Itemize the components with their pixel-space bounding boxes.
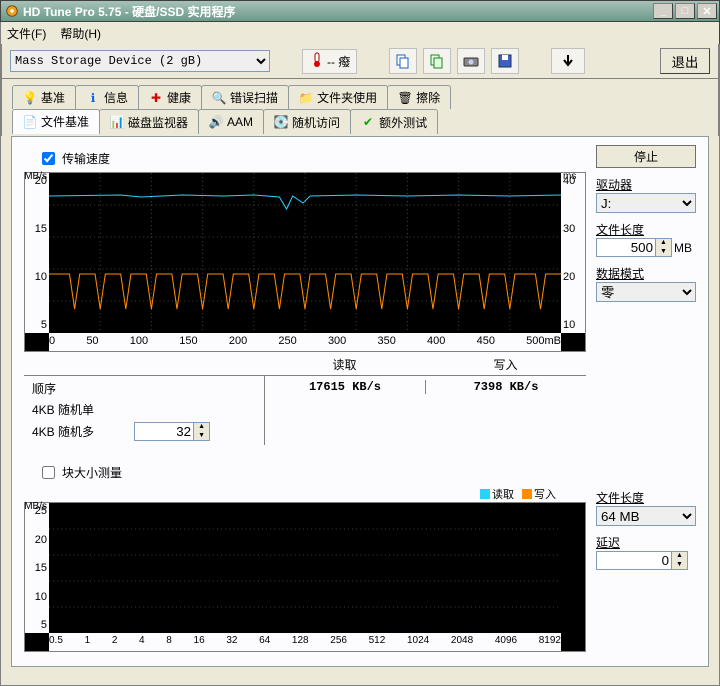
legend-read-swatch (480, 489, 490, 499)
read-header: 读取 (264, 354, 425, 375)
drive-label: 驱动器 (596, 176, 696, 193)
copy-info-button[interactable] (423, 48, 451, 74)
disk-icon: 💽 (274, 115, 288, 129)
row-4k-multi-label: 4KB 随机多 (32, 423, 94, 440)
maximize-button[interactable]: □ (675, 3, 695, 19)
tab-benchmark[interactable]: 💡基准 (12, 85, 76, 109)
info-icon: ℹ (86, 91, 100, 105)
seq-read-value: 17615 KB/s (265, 380, 425, 394)
blocksize-checkbox[interactable]: 块大小测量 (38, 463, 586, 482)
tab-aam[interactable]: 🔊AAM (198, 109, 264, 134)
chart2-legend: 读取 写入 (24, 486, 556, 502)
transfer-rate-chart: MB/s 2015105 ms 40302010 (24, 172, 586, 352)
folder-icon: 📁 (299, 91, 313, 105)
write-header: 写入 (425, 354, 586, 375)
copy-text-button[interactable] (389, 48, 417, 74)
thermometer-icon (309, 52, 325, 71)
y-axis-left: MB/s 2015105 (25, 173, 49, 333)
tab-folder-usage[interactable]: 📁文件夹使用 (288, 85, 388, 109)
page-file-benchmark: 传输速度 MB/s 2015105 ms 40302010 (11, 136, 709, 667)
spin-down-icon[interactable]: ▼ (194, 432, 209, 441)
check-icon: ✔ (361, 115, 375, 129)
y-axis-left-2: MB/s 252015105 (25, 503, 49, 633)
file-length-input[interactable]: ▲▼ (596, 238, 672, 257)
transfer-rate-checkbox[interactable]: 传输速度 (38, 149, 586, 168)
menubar: 文件(F) 帮助(H) (0, 22, 720, 44)
menu-help[interactable]: 帮助(H) (60, 25, 101, 42)
app-icon (5, 4, 19, 18)
legend-write-swatch (522, 489, 532, 499)
save-button[interactable] (491, 48, 519, 74)
tab-random-access[interactable]: 💽随机访问 (263, 109, 351, 134)
trash-icon: 🗑 (398, 91, 412, 105)
exit-button[interactable]: 退出 (660, 48, 710, 74)
row-seq-label: 顺序 (32, 380, 256, 397)
y-axis-right: ms 40302010 (561, 173, 585, 333)
toolbar: Mass Storage Device (2 gB) -- 癈 退出 (1, 44, 719, 79)
drive-select[interactable]: J: (596, 193, 696, 213)
down-arrow-button[interactable] (551, 48, 585, 74)
bulb-icon: 💡 (23, 91, 37, 105)
blocksize-chart: MB/s 252015105 0.51248163264128256512102… (24, 502, 586, 652)
menu-file[interactable]: 文件(F) (7, 25, 46, 42)
tab-erase[interactable]: 🗑擦除 (387, 85, 451, 109)
window-title: HD Tune Pro 5.75 - 硬盘/SSD 实用程序 (23, 3, 653, 20)
minimize-button[interactable]: _ (653, 3, 673, 19)
stop-button[interactable]: 停止 (596, 145, 696, 168)
close-button[interactable]: ✕ (697, 3, 717, 19)
pattern-select[interactable]: 零 (596, 282, 696, 302)
titlebar: HD Tune Pro 5.75 - 硬盘/SSD 实用程序 _ □ ✕ (0, 0, 720, 22)
tab-disk-monitor[interactable]: 📊磁盘监视器 (99, 109, 199, 134)
tab-error-scan[interactable]: 🔍错误扫描 (201, 85, 289, 109)
screenshot-button[interactable] (457, 48, 485, 74)
device-select[interactable]: Mass Storage Device (2 gB) (10, 50, 270, 72)
temperature-display: -- 癈 (302, 49, 357, 74)
plus-icon: ✚ (149, 91, 163, 105)
tab-health[interactable]: ✚健康 (138, 85, 202, 109)
spin-up-icon[interactable]: ▲ (194, 423, 209, 432)
row-4k-single-label: 4KB 随机单 (32, 401, 256, 418)
seq-write-value: 7398 KB/s (425, 380, 586, 394)
tab-info[interactable]: ℹ信息 (75, 85, 139, 109)
pattern-label: 数据模式 (596, 265, 696, 282)
filelen2-label: 文件长度 (596, 489, 696, 506)
queue-depth-input[interactable]: ▲▼ (134, 422, 210, 441)
file-icon: 📄 (23, 115, 37, 129)
file-length-select[interactable]: 64 MB (596, 506, 696, 526)
magnifier-icon: 🔍 (212, 91, 226, 105)
delay-input[interactable]: ▲▼ (596, 551, 696, 570)
x-axis-2: 0.512481632641282565121024204840968192 (49, 633, 561, 651)
bars-icon: 📊 (110, 115, 124, 129)
speaker-icon: 🔊 (209, 115, 223, 129)
filelen-label: 文件长度 (596, 221, 696, 238)
tab-file-benchmark[interactable]: 📄文件基准 (12, 109, 100, 134)
tab-strip: 💡基准 ℹ信息 ✚健康 🔍错误扫描 📁文件夹使用 🗑擦除 📄文件基准 📊磁盘监视… (1, 79, 719, 136)
x-axis: 050100150200250300350400450500mB (49, 333, 561, 351)
delay-label: 延迟 (596, 534, 696, 551)
tab-extra-tests[interactable]: ✔额外测试 (350, 109, 438, 134)
